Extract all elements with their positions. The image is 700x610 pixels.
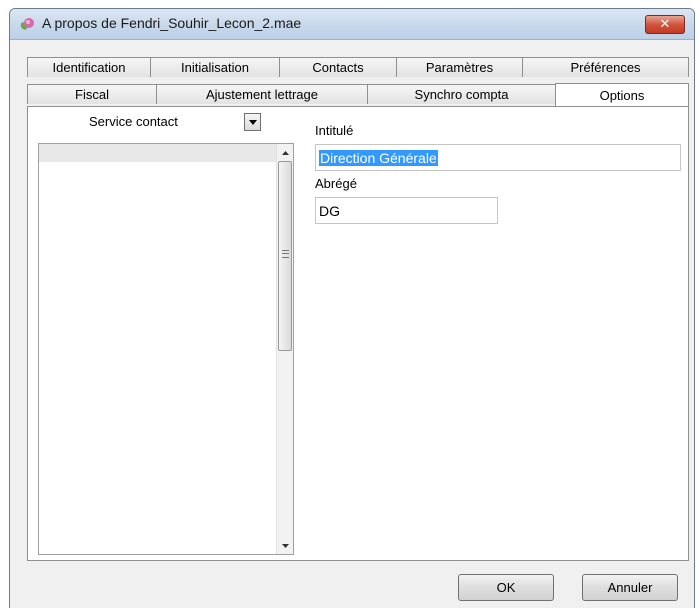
- flower-icon: [20, 18, 34, 30]
- chevron-down-icon: [248, 119, 257, 125]
- tab-contacts[interactable]: Contacts: [279, 57, 397, 77]
- tab-initialisation[interactable]: Initialisation: [150, 57, 280, 77]
- dialog-footer: OK Annuler: [10, 562, 694, 608]
- abrege-field[interactable]: DG: [315, 197, 498, 224]
- cancel-button[interactable]: Annuler: [582, 574, 678, 601]
- close-icon: ✕: [659, 17, 671, 32]
- grip-icon: [282, 250, 289, 258]
- service-contact-dropdown[interactable]: Service contact: [83, 113, 261, 132]
- title-bar: A propos de Fendri_Souhir_Lecon_2.mae ✕: [10, 9, 694, 40]
- tab-preferences[interactable]: Préférences: [522, 57, 689, 77]
- arrow-down-icon: [281, 543, 289, 548]
- intitule-value: Direction Générale: [319, 149, 438, 166]
- intitule-label: Intitulé: [315, 123, 354, 138]
- list-item[interactable]: [39, 144, 276, 162]
- scroll-up-button[interactable]: [277, 144, 293, 161]
- list-scrollbar[interactable]: [276, 144, 293, 554]
- intitule-field[interactable]: Direction Générale: [315, 144, 681, 171]
- abrege-value: DG: [319, 202, 340, 219]
- arrow-up-icon: [281, 150, 289, 155]
- tab-ajustement-lettrage[interactable]: Ajustement lettrage: [156, 84, 368, 104]
- scroll-down-button[interactable]: [277, 537, 293, 554]
- tab-fiscal[interactable]: Fiscal: [27, 84, 157, 104]
- about-dialog: A propos de Fendri_Souhir_Lecon_2.mae ✕ …: [9, 8, 695, 608]
- dropdown-value: Service contact: [89, 114, 178, 129]
- service-list[interactable]: [38, 143, 294, 555]
- tab-parametres[interactable]: Paramètres: [396, 57, 523, 77]
- window-title: A propos de Fendri_Souhir_Lecon_2.mae: [42, 15, 302, 31]
- abrege-label: Abrégé: [315, 176, 357, 191]
- close-button[interactable]: ✕: [645, 15, 685, 34]
- tab-identification[interactable]: Identification: [27, 57, 151, 77]
- ok-button[interactable]: OK: [458, 574, 554, 601]
- options-panel: Service contact Intitulé Direction Génér…: [27, 106, 689, 561]
- dropdown-arrow-button[interactable]: [244, 113, 261, 131]
- tab-synchro-compta[interactable]: Synchro compta: [367, 84, 556, 104]
- scroll-thumb[interactable]: [278, 161, 292, 351]
- tab-options[interactable]: Options: [555, 83, 689, 106]
